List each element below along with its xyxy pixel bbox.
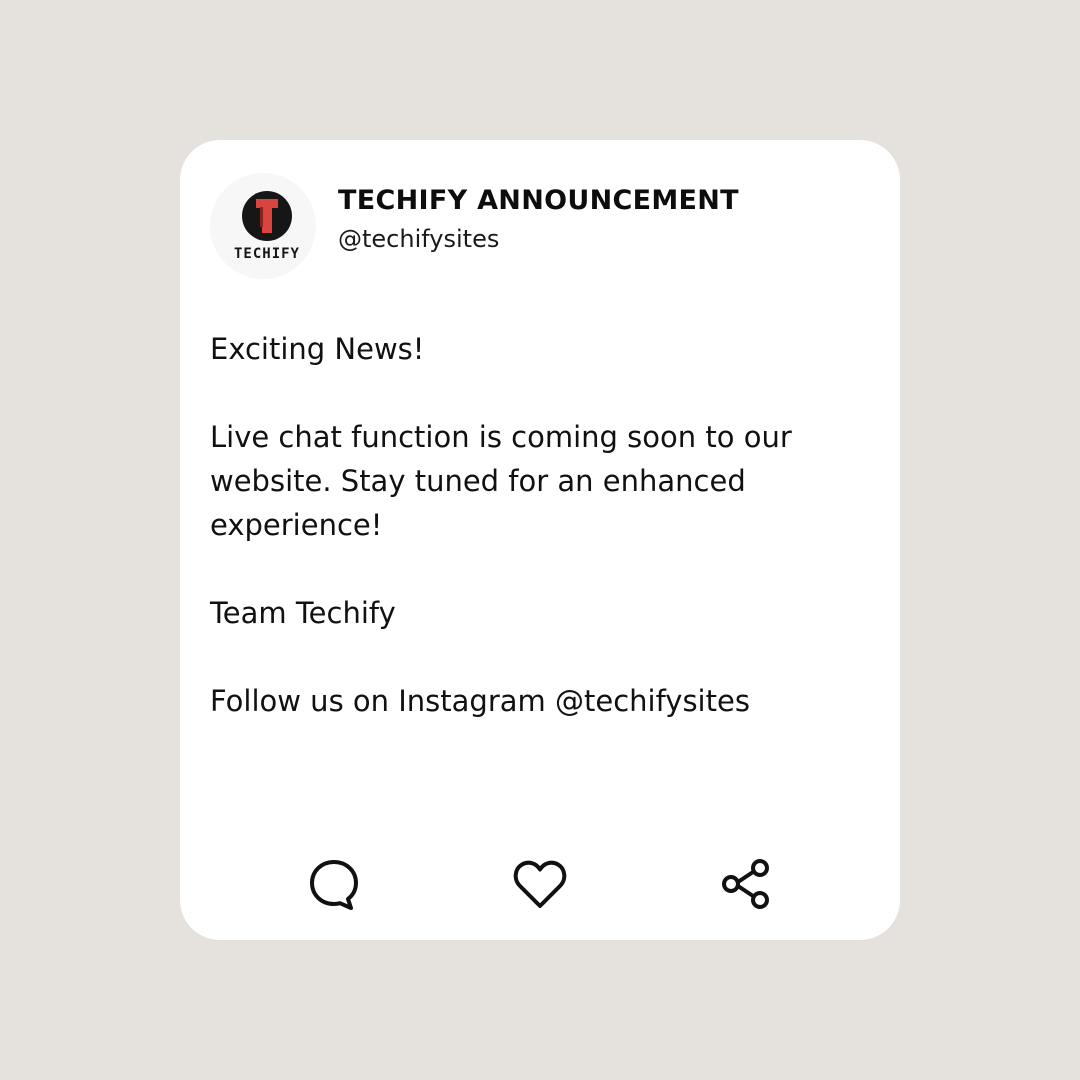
post-paragraph: Team Techify bbox=[210, 596, 396, 630]
post-paragraph: Exciting News! bbox=[210, 332, 425, 366]
post-paragraph: Live chat function is coming soon to our… bbox=[210, 420, 792, 542]
logo-wordmark: TECHIFY bbox=[234, 246, 300, 262]
like-button[interactable] bbox=[510, 854, 570, 914]
techify-logo-icon: TECHIFY bbox=[234, 191, 300, 262]
account-handle[interactable]: @techifysites bbox=[338, 225, 499, 253]
post-paragraph: Follow us on Instagram @techifysites bbox=[210, 684, 750, 718]
comment-icon bbox=[310, 860, 358, 910]
account-name[interactable]: TECHIFY ANNOUNCEMENT bbox=[338, 185, 739, 216]
post-body: Exciting News! Live chat function is com… bbox=[210, 327, 850, 723]
avatar[interactable]: TECHIFY bbox=[210, 173, 316, 279]
share-button[interactable] bbox=[716, 854, 776, 914]
heart-icon bbox=[513, 860, 567, 908]
comment-button[interactable] bbox=[304, 854, 364, 914]
post-card: TECHIFY TECHIFY ANNOUNCEMENT @techifysit… bbox=[180, 140, 900, 940]
share-icon bbox=[722, 859, 769, 909]
